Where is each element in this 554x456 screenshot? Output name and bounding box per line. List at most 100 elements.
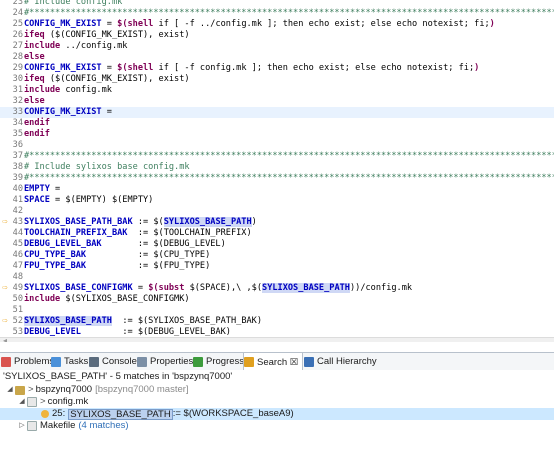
code-line[interactable]: 31 include config.mk (0, 85, 554, 96)
tab-search[interactable]: Search ☒ (243, 353, 304, 371)
code-text: endif (24, 118, 50, 129)
code-line[interactable]: 32 else (0, 96, 554, 107)
code-line[interactable]: 50 include $(SYLIXOS_BASE_CONFIGMK) (0, 294, 554, 305)
code-line[interactable]: 47 FPU_TYPE_BAK := $(FPU_TYPE) (0, 261, 554, 272)
project-label: bspzynq7000 (35, 384, 93, 395)
code-token: := $(DEBUG_LEVEL_BAK) (80, 327, 231, 337)
tree-item-config-mk[interactable]: ◢ > config.mk (18, 396, 88, 408)
tab-label: Call Hierarchy (317, 356, 377, 367)
code-line[interactable]: 42 (0, 206, 554, 217)
code-text: #***************************************… (24, 8, 554, 19)
line-number: 45 (12, 239, 23, 249)
code-token: = (49, 184, 61, 194)
tree-item-makefile[interactable]: ▷ Makefile (4 matches) (18, 420, 129, 432)
code-line[interactable]: 25 CONFIG_MK_EXIST = $(shell if [ -f ../c… (0, 19, 554, 30)
tab-properties[interactable]: Properties (137, 353, 197, 370)
code-line[interactable]: 35 endif (0, 129, 554, 140)
collapse-arrow-icon[interactable]: ◢ (18, 396, 26, 408)
code-line[interactable]: 48 (0, 272, 554, 283)
line-number: 28 (12, 52, 23, 62)
code-token: FPU_TYPE_BAK (24, 261, 87, 271)
expand-arrow-icon[interactable]: ▷ (18, 420, 26, 432)
code-line[interactable]: ⇨ 49 SYLIXOS_BASE_CONFIGMK = $(subst $(SPA… (0, 283, 554, 294)
code-editor[interactable]: 23 # Include config.mk 24 #****************… (0, 0, 554, 342)
code-line[interactable]: 38 # Include sylixos base config.mk (0, 162, 554, 173)
code-token: := $(DEBUG_LEVEL) (101, 239, 226, 249)
line-number: 24 (12, 8, 23, 18)
line-number: 42 (12, 206, 23, 216)
progress-icon (193, 356, 203, 367)
code-line[interactable]: 28 else (0, 52, 554, 63)
line-number: 46 (12, 250, 23, 260)
code-token: $(subst (148, 283, 185, 293)
code-line[interactable]: 34 endif (0, 118, 554, 129)
code-line[interactable]: 44 TOOLCHAIN_PREFIX_BAK := $(TOOLCHAIN_PR… (0, 228, 554, 239)
code-line[interactable]: 23 # Include config.mk (0, 0, 554, 8)
code-token: ($(CONFIG_MK_EXIST), exist) (44, 30, 190, 40)
line-number: 37 (12, 151, 23, 161)
code-token: $(shell (117, 19, 154, 29)
code-line[interactable]: 33 CONFIG_MK_EXIST = (0, 107, 554, 118)
code-token: ../config.mk (60, 41, 128, 51)
code-line[interactable]: 26 ifeq ($(CONFIG_MK_EXIST), exist) (0, 30, 554, 41)
code-text: include $(SYLIXOS_BASE_CONFIGMK) (24, 294, 190, 305)
code-token: := $(TOOLCHAIN_PREFIX) (127, 228, 252, 238)
scroll-left-icon[interactable]: ◂ (3, 336, 7, 342)
line-number: 48 (12, 272, 23, 282)
code-line[interactable]: 41 SPACE = $(EMPTY) $(EMPTY) (0, 195, 554, 206)
console-icon (89, 356, 99, 367)
code-token: = (101, 63, 118, 73)
code-line[interactable]: 36 (0, 140, 554, 151)
collapse-arrow-icon[interactable]: ◢ (6, 384, 14, 396)
code-line[interactable]: 29 CONFIG_MK_EXIST = $(shell if [ -f conf… (0, 63, 554, 74)
tab-label: Search ☒ (257, 356, 299, 368)
code-text: SYLIXOS_BASE_PATH_BAK := $(SYLIXOS_BASE_… (24, 217, 257, 228)
tab-progress[interactable]: Progress (193, 353, 248, 370)
horizontal-scrollbar[interactable]: ◂ (0, 336, 554, 342)
search-match-row[interactable]: 25: SYLIXOS_BASE_PATH := $(WORKSPACE_bas… (0, 408, 554, 420)
tree-item-project[interactable]: ◢ > bspzynq7000 [bspzynq7000 master] (6, 384, 188, 396)
code-line[interactable]: 27 include ../config.mk (0, 41, 554, 52)
code-token: endif (24, 118, 50, 128)
line-number: 40 (12, 184, 23, 194)
tab-tasks[interactable]: Tasks (51, 353, 92, 370)
code-text: DEBUG_LEVEL_BAK := $(DEBUG_LEVEL) (24, 239, 226, 250)
code-line[interactable]: ⇨ 52 SYLIXOS_BASE_PATH := $(SYLIXOS_BASE_P… (0, 316, 554, 327)
code-line[interactable]: 30 ifeq ($(CONFIG_MK_EXIST), exist) (0, 74, 554, 85)
code-line[interactable]: 39 #*************************************… (0, 173, 554, 184)
code-text: SYLIXOS_BASE_CONFIGMK = $(subst $(SPACE)… (24, 283, 412, 294)
code-token: #***************************************… (24, 173, 554, 183)
code-text: CONFIG_MK_EXIST = $(shell if [ -f ../con… (24, 19, 495, 30)
code-line[interactable]: 45 DEBUG_LEVEL_BAK := $(DEBUG_LEVEL) (0, 239, 554, 250)
code-text: # Include config.mk (24, 0, 122, 8)
tab-call-hierarchy[interactable]: Call Hierarchy (304, 353, 381, 370)
code-token: $(shell (117, 63, 154, 73)
code-line[interactable]: 46 CPU_TYPE_BAK := $(CPU_TYPE) (0, 250, 554, 261)
search-icon (244, 357, 254, 367)
code-text: #***************************************… (24, 173, 554, 184)
match-term: SYLIXOS_BASE_PATH (68, 408, 173, 420)
code-line[interactable]: ⇨ 43 SYLIXOS_BASE_PATH_BAK := $(SYLIXOS_BA… (0, 217, 554, 228)
code-text: CONFIG_MK_EXIST = $(shell if [ -f config… (24, 63, 479, 74)
line-number: 49 (12, 283, 23, 293)
line-number: 41 (12, 195, 23, 205)
code-line[interactable]: 40 EMPTY = (0, 184, 554, 195)
search-results-panel: 'SYLIXOS_BASE_PATH' - 5 matches in 'bspz… (0, 370, 554, 456)
line-number: 47 (12, 261, 23, 271)
code-token: := $(FPU_TYPE) (86, 261, 211, 271)
tab-console[interactable]: Console (89, 353, 141, 370)
tab-label: Console (102, 356, 137, 367)
code-line[interactable]: 37 #*************************************… (0, 151, 554, 162)
code-token: = (101, 19, 118, 29)
code-line[interactable]: 51 (0, 305, 554, 316)
code-token: ))/config.mk (349, 283, 413, 293)
line-number: 39 (12, 173, 23, 183)
code-line[interactable]: 24 #*************************************… (0, 8, 554, 19)
code-token: else (24, 52, 45, 62)
tasks-icon (51, 356, 61, 367)
line-number: 35 (12, 129, 23, 139)
tab-problems[interactable]: Problems (1, 353, 58, 370)
line-number: 38 (12, 162, 23, 172)
code-token: SYLIXOS_BASE_PATH_BAK (24, 217, 133, 227)
match-rest: := $(WORKSPACE_baseA9) (172, 408, 294, 419)
